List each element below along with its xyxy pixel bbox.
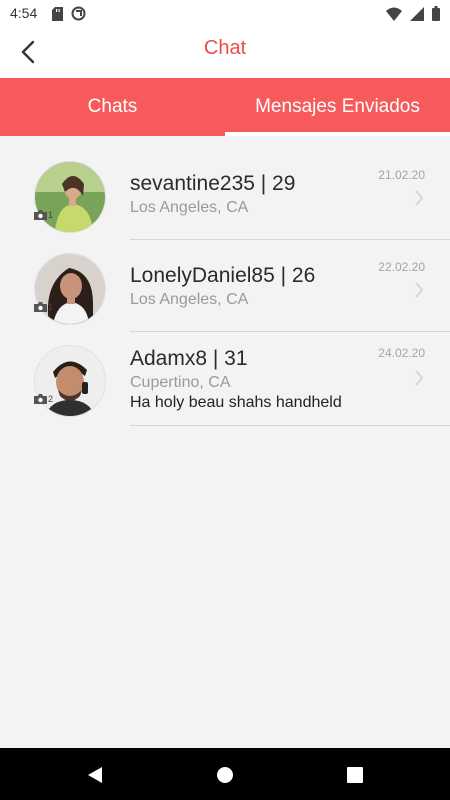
signal-icon	[410, 6, 424, 21]
chevron-right-icon	[415, 282, 424, 298]
tab-mensajes-enviados[interactable]: Mensajes Enviados	[225, 78, 450, 136]
nav-home-button[interactable]	[214, 764, 236, 786]
wifi-icon	[386, 7, 402, 21]
photo-count-badge: 1	[34, 210, 53, 220]
camera-icon	[34, 394, 47, 404]
chat-username: LonelyDaniel85 | 26	[130, 264, 316, 287]
chat-username: sevantine235 | 29	[130, 172, 296, 195]
chat-row[interactable]: 2 Adamx8 | 31 Cupertino, CA Ha holy beau…	[0, 332, 450, 426]
photo-count: 1	[48, 210, 54, 220]
photo-count-badge: 2	[34, 394, 53, 404]
chat-date: 22.02.20	[378, 260, 425, 274]
status-right-icons	[386, 6, 440, 21]
chat-location: Los Angeles, CA	[130, 199, 249, 216]
photo-count-badge: 1	[34, 302, 53, 312]
camera-icon	[34, 210, 47, 220]
tab-chats-indicator	[0, 132, 225, 136]
chat-row[interactable]: 1 sevantine235 | 29 Los Angeles, CA 21.0…	[0, 148, 450, 240]
avatar-photo	[35, 346, 105, 416]
avatar	[34, 345, 106, 417]
divider	[130, 425, 450, 426]
tab-mensajes-enviados-indicator	[225, 132, 450, 136]
tab-mensajes-enviados-label: Mensajes Enviados	[255, 96, 420, 117]
chat-location: Los Angeles, CA	[130, 291, 249, 308]
chat-last-message: Ha holy beau shahs handheld	[130, 394, 342, 411]
avatar-photo	[35, 254, 105, 324]
chevron-right-icon	[415, 370, 424, 386]
chat-username: Adamx8 | 31	[130, 347, 248, 370]
page-title: Chat	[203, 37, 247, 59]
photo-count: 2	[48, 394, 54, 404]
recents-square-icon	[347, 767, 363, 783]
home-circle-icon	[217, 767, 233, 783]
status-time: 4:54	[10, 5, 38, 21]
sync-icon	[71, 6, 86, 21]
chat-date: 24.02.20	[378, 346, 425, 360]
tab-chats-label: Chats	[87, 96, 138, 117]
camera-icon	[34, 302, 47, 312]
tab-bar: Chats Mensajes Enviados	[0, 78, 450, 136]
chat-row[interactable]: 1 LonelyDaniel85 | 26 Los Angeles, CA 22…	[0, 240, 450, 332]
chat-row-body: Adamx8 | 31 Cupertino, CA Ha holy beau s…	[130, 332, 450, 424]
nav-recents-button[interactable]	[344, 764, 366, 786]
status-left-icons	[52, 6, 86, 21]
status-bar: 4:54	[0, 0, 450, 28]
chat-date: 21.02.20	[378, 168, 425, 182]
system-nav-bar	[0, 748, 450, 800]
chat-row-body: sevantine235 | 29 Los Angeles, CA 21.02.…	[130, 148, 450, 240]
chat-list: 1 sevantine235 | 29 Los Angeles, CA 21.0…	[0, 148, 450, 426]
chat-row-body: LonelyDaniel85 | 26 Los Angeles, CA 22.0…	[130, 240, 450, 332]
app-header: Chat	[0, 28, 450, 78]
avatar	[34, 253, 106, 325]
chat-location: Cupertino, CA	[130, 374, 231, 391]
tab-chats[interactable]: Chats	[0, 78, 225, 136]
battery-icon	[432, 6, 440, 21]
nav-back-button[interactable]	[84, 764, 106, 786]
sd-card-icon	[52, 6, 63, 21]
avatar-photo	[35, 162, 105, 232]
avatar	[34, 161, 106, 233]
photo-count: 1	[48, 302, 54, 312]
back-triangle-icon	[88, 767, 102, 783]
chevron-right-icon	[415, 190, 424, 206]
